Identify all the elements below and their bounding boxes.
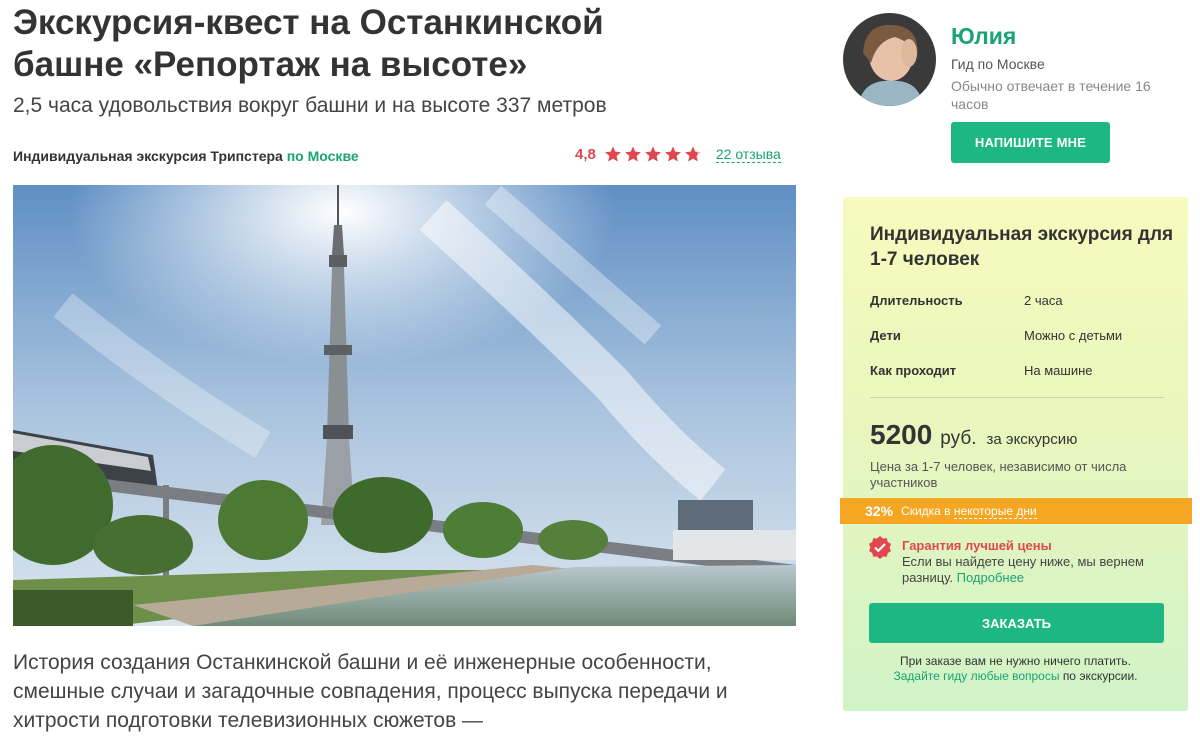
spec-value: На машине [1024, 363, 1093, 378]
spec-label: Длительность [870, 293, 963, 308]
page-title: Экскурсия-квест на Останкинской башне «Р… [13, 3, 604, 84]
tour-type: Индивидуальная экскурсия Трипстера по Мо… [13, 148, 359, 164]
star-icon [644, 146, 661, 162]
discount-days-link[interactable]: некоторые дни [953, 504, 1037, 519]
guide-role: Гид по Москве [951, 56, 1045, 72]
star-icon [624, 146, 641, 162]
discount-text-lead: Скидка в [901, 504, 954, 518]
discount-text: Скидка в некоторые дни [901, 504, 1037, 519]
write-me-button[interactable]: НАПИШИТЕ МНЕ [951, 122, 1110, 163]
rating-block: 4,8 22 отзыва [575, 145, 781, 163]
guarantee-title: Гарантия лучшей цены [902, 538, 1052, 553]
payment-note: При заказе вам не нужно ничего платить. … [853, 654, 1178, 684]
payment-note-tail: по экскурсии. [1062, 669, 1138, 683]
tour-type-text: Индивидуальная экскурсия Трипстера [13, 148, 283, 164]
spec-value: Можно с детьми [1024, 328, 1123, 343]
payment-note-line2: Задайте гиду любые вопросы по экскурсии. [853, 669, 1178, 684]
ask-guide-link[interactable]: Задайте гиду любые вопросы [893, 669, 1059, 683]
divider [870, 397, 1164, 398]
rating-value: 4,8 [575, 145, 596, 163]
rating-stars [604, 145, 702, 163]
guide-name[interactable]: Юлия [951, 23, 1016, 50]
guide-avatar[interactable] [843, 13, 936, 106]
discount-percent: 32% [865, 503, 894, 519]
guide-photo [843, 13, 936, 106]
guarantee-more-link[interactable]: Подробнее [957, 570, 1024, 585]
star-icon [664, 146, 681, 162]
reviews-link[interactable]: 22 отзыва [715, 146, 781, 163]
city-link[interactable]: по Москве [287, 148, 359, 164]
star-icon [604, 146, 621, 162]
spec-label: Дети [870, 328, 901, 343]
price-amount: 5200 [870, 419, 933, 450]
booking-card: Индивидуальная экскурсия для 1-7 человек… [840, 197, 1192, 711]
spec-label: Как проходит [870, 363, 957, 378]
spec-value: 2 часа [1024, 293, 1063, 308]
price-per: за экскурсию [986, 431, 1078, 448]
price-currency: руб. [940, 428, 977, 449]
booking-title: Индивидуальная экскурсия для 1-7 человек [870, 224, 1174, 270]
price-note: Цена за 1-7 человек, независимо от числа… [870, 459, 1127, 490]
badge-check-icon [869, 536, 891, 559]
price: 5200 руб. за экскурсию [870, 419, 1077, 451]
star-icon [684, 146, 701, 162]
ostankino-tower-image [13, 185, 796, 626]
tour-photo[interactable] [13, 185, 796, 626]
payment-note-line1: При заказе вам не нужно ничего платить. [899, 654, 1132, 668]
tour-description: История создания Останкинской башни и её… [13, 651, 728, 732]
order-button[interactable]: ЗАКАЗАТЬ [869, 603, 1164, 643]
guarantee-text: Если вы найдете цену ниже, мы вернем раз… [902, 554, 1172, 586]
tour-meta: Индивидуальная экскурсия Трипстера по Мо… [13, 145, 796, 169]
discount-banner[interactable]: 32% Скидка в некоторые дни [840, 498, 1192, 524]
page-subtitle: 2,5 часа удовольствия вокруг башни и на … [13, 94, 607, 117]
guide-reply-time: Обычно отвечает в течение 16 часов [951, 78, 1151, 112]
